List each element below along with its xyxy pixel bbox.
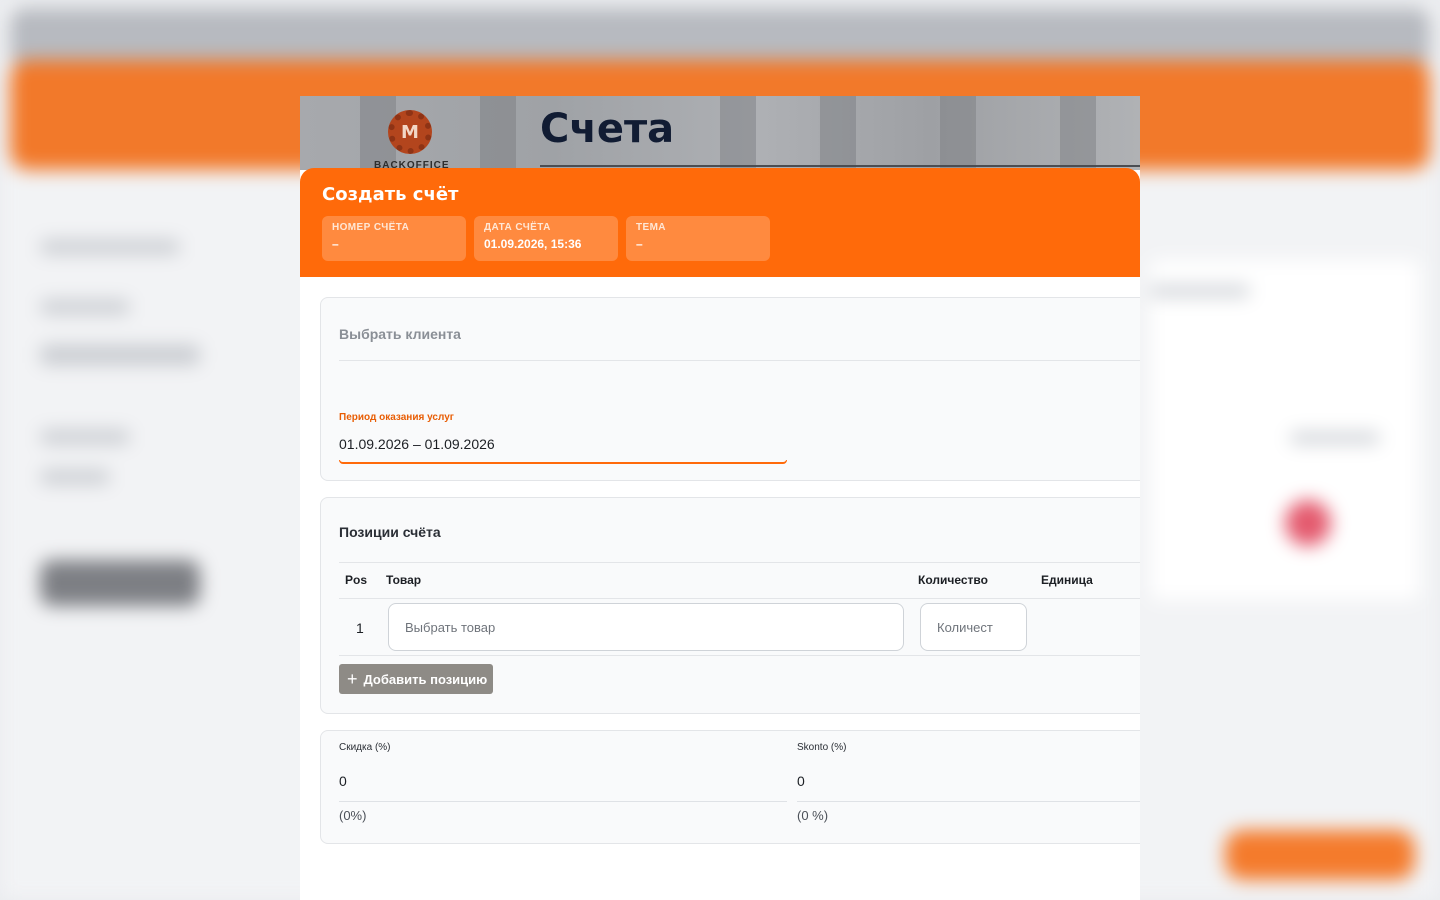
logo-gear-icon: M bbox=[388, 110, 432, 154]
discount-underline bbox=[339, 801, 787, 802]
invoice-date-value: 01.09.2026, 15:36 bbox=[484, 237, 582, 251]
background-sidebar-item bbox=[40, 300, 130, 314]
add-position-button[interactable]: + Добавить позицию bbox=[339, 664, 493, 694]
invoice-subject-label: ТЕМА bbox=[636, 222, 666, 233]
invoice-number-box: НОМЕР СЧЁТА – bbox=[322, 216, 466, 261]
background-status-dot bbox=[1285, 500, 1331, 546]
invoice-number-label: НОМЕР СЧЁТА bbox=[332, 222, 410, 233]
column-header-pos: Pos bbox=[345, 573, 368, 587]
table-row-divider bbox=[339, 655, 1140, 656]
background-sidebar-item bbox=[40, 430, 130, 444]
background-right-line bbox=[1150, 285, 1250, 297]
invoice-number-value: – bbox=[332, 237, 339, 251]
background-right-line bbox=[1290, 432, 1380, 444]
page-title: Счета bbox=[540, 106, 675, 152]
invoice-subject-value: – bbox=[636, 237, 643, 251]
service-period-input[interactable]: 01.09.2026 – 01.09.2026 bbox=[339, 436, 495, 452]
add-position-label: Добавить позицию bbox=[363, 671, 488, 687]
table-top-divider bbox=[339, 562, 1140, 563]
title-divider bbox=[540, 165, 1140, 167]
client-select[interactable]: Выбрать клиента bbox=[339, 326, 461, 342]
modal-title: Создать счёт bbox=[322, 184, 459, 205]
invoice-date-box: ДАТА СЧЁТА 01.09.2026, 15:36 bbox=[474, 216, 618, 261]
skonto-label: Skonto (%) bbox=[797, 742, 847, 753]
background-sidebar-item bbox=[40, 240, 180, 254]
invoice-items-title: Позиции счёта bbox=[339, 524, 441, 540]
column-header-unit: Единица bbox=[1041, 573, 1093, 587]
row-position-number: 1 bbox=[356, 620, 364, 636]
invoice-subject-box: ТЕМА – bbox=[626, 216, 770, 261]
background-sidebar-item bbox=[40, 470, 110, 484]
quantity-input[interactable]: Количест bbox=[920, 603, 1027, 651]
create-invoice-modal: M BACKOFFICE Счета Создать счёт НОМЕР СЧ… bbox=[300, 96, 1140, 900]
service-period-label: Период оказания услуг bbox=[339, 412, 454, 423]
background-topbar bbox=[10, 8, 1430, 68]
skonto-note: (0 %) bbox=[797, 808, 829, 823]
discount-label: Скидка (%) bbox=[339, 742, 391, 753]
plus-icon: + bbox=[347, 669, 358, 689]
client-select-underline bbox=[339, 360, 1140, 361]
page-hero: M BACKOFFICE Счета bbox=[300, 96, 1140, 171]
skonto-underline bbox=[797, 801, 1140, 802]
invoice-items-card: Позиции счёта Pos Товар Количество Едини… bbox=[320, 497, 1140, 714]
column-header-quantity: Количество bbox=[918, 573, 988, 587]
background-sidebar-item bbox=[40, 345, 200, 365]
client-card: Выбрать клиента Период оказания услуг 01… bbox=[320, 297, 1140, 481]
discount-card: Скидка (%) 0 (0%) Skonto (%) 0 (0 %) bbox=[320, 730, 1140, 844]
discount-input[interactable]: 0 bbox=[339, 773, 347, 789]
product-select-input[interactable]: Выбрать товар bbox=[388, 603, 904, 651]
skonto-input[interactable]: 0 bbox=[797, 773, 805, 789]
background-sidebar-button bbox=[40, 560, 200, 606]
modal-header: Создать счёт НОМЕР СЧЁТА – ДАТА СЧЁТА 01… bbox=[300, 168, 1140, 277]
background-action-button bbox=[1225, 830, 1415, 880]
background-right-card bbox=[1150, 260, 1420, 600]
discount-note: (0%) bbox=[339, 808, 367, 823]
table-header-divider bbox=[339, 598, 1140, 599]
column-header-product: Товар bbox=[386, 573, 422, 587]
service-period-underline bbox=[339, 460, 787, 464]
invoice-date-label: ДАТА СЧЁТА bbox=[484, 222, 551, 233]
